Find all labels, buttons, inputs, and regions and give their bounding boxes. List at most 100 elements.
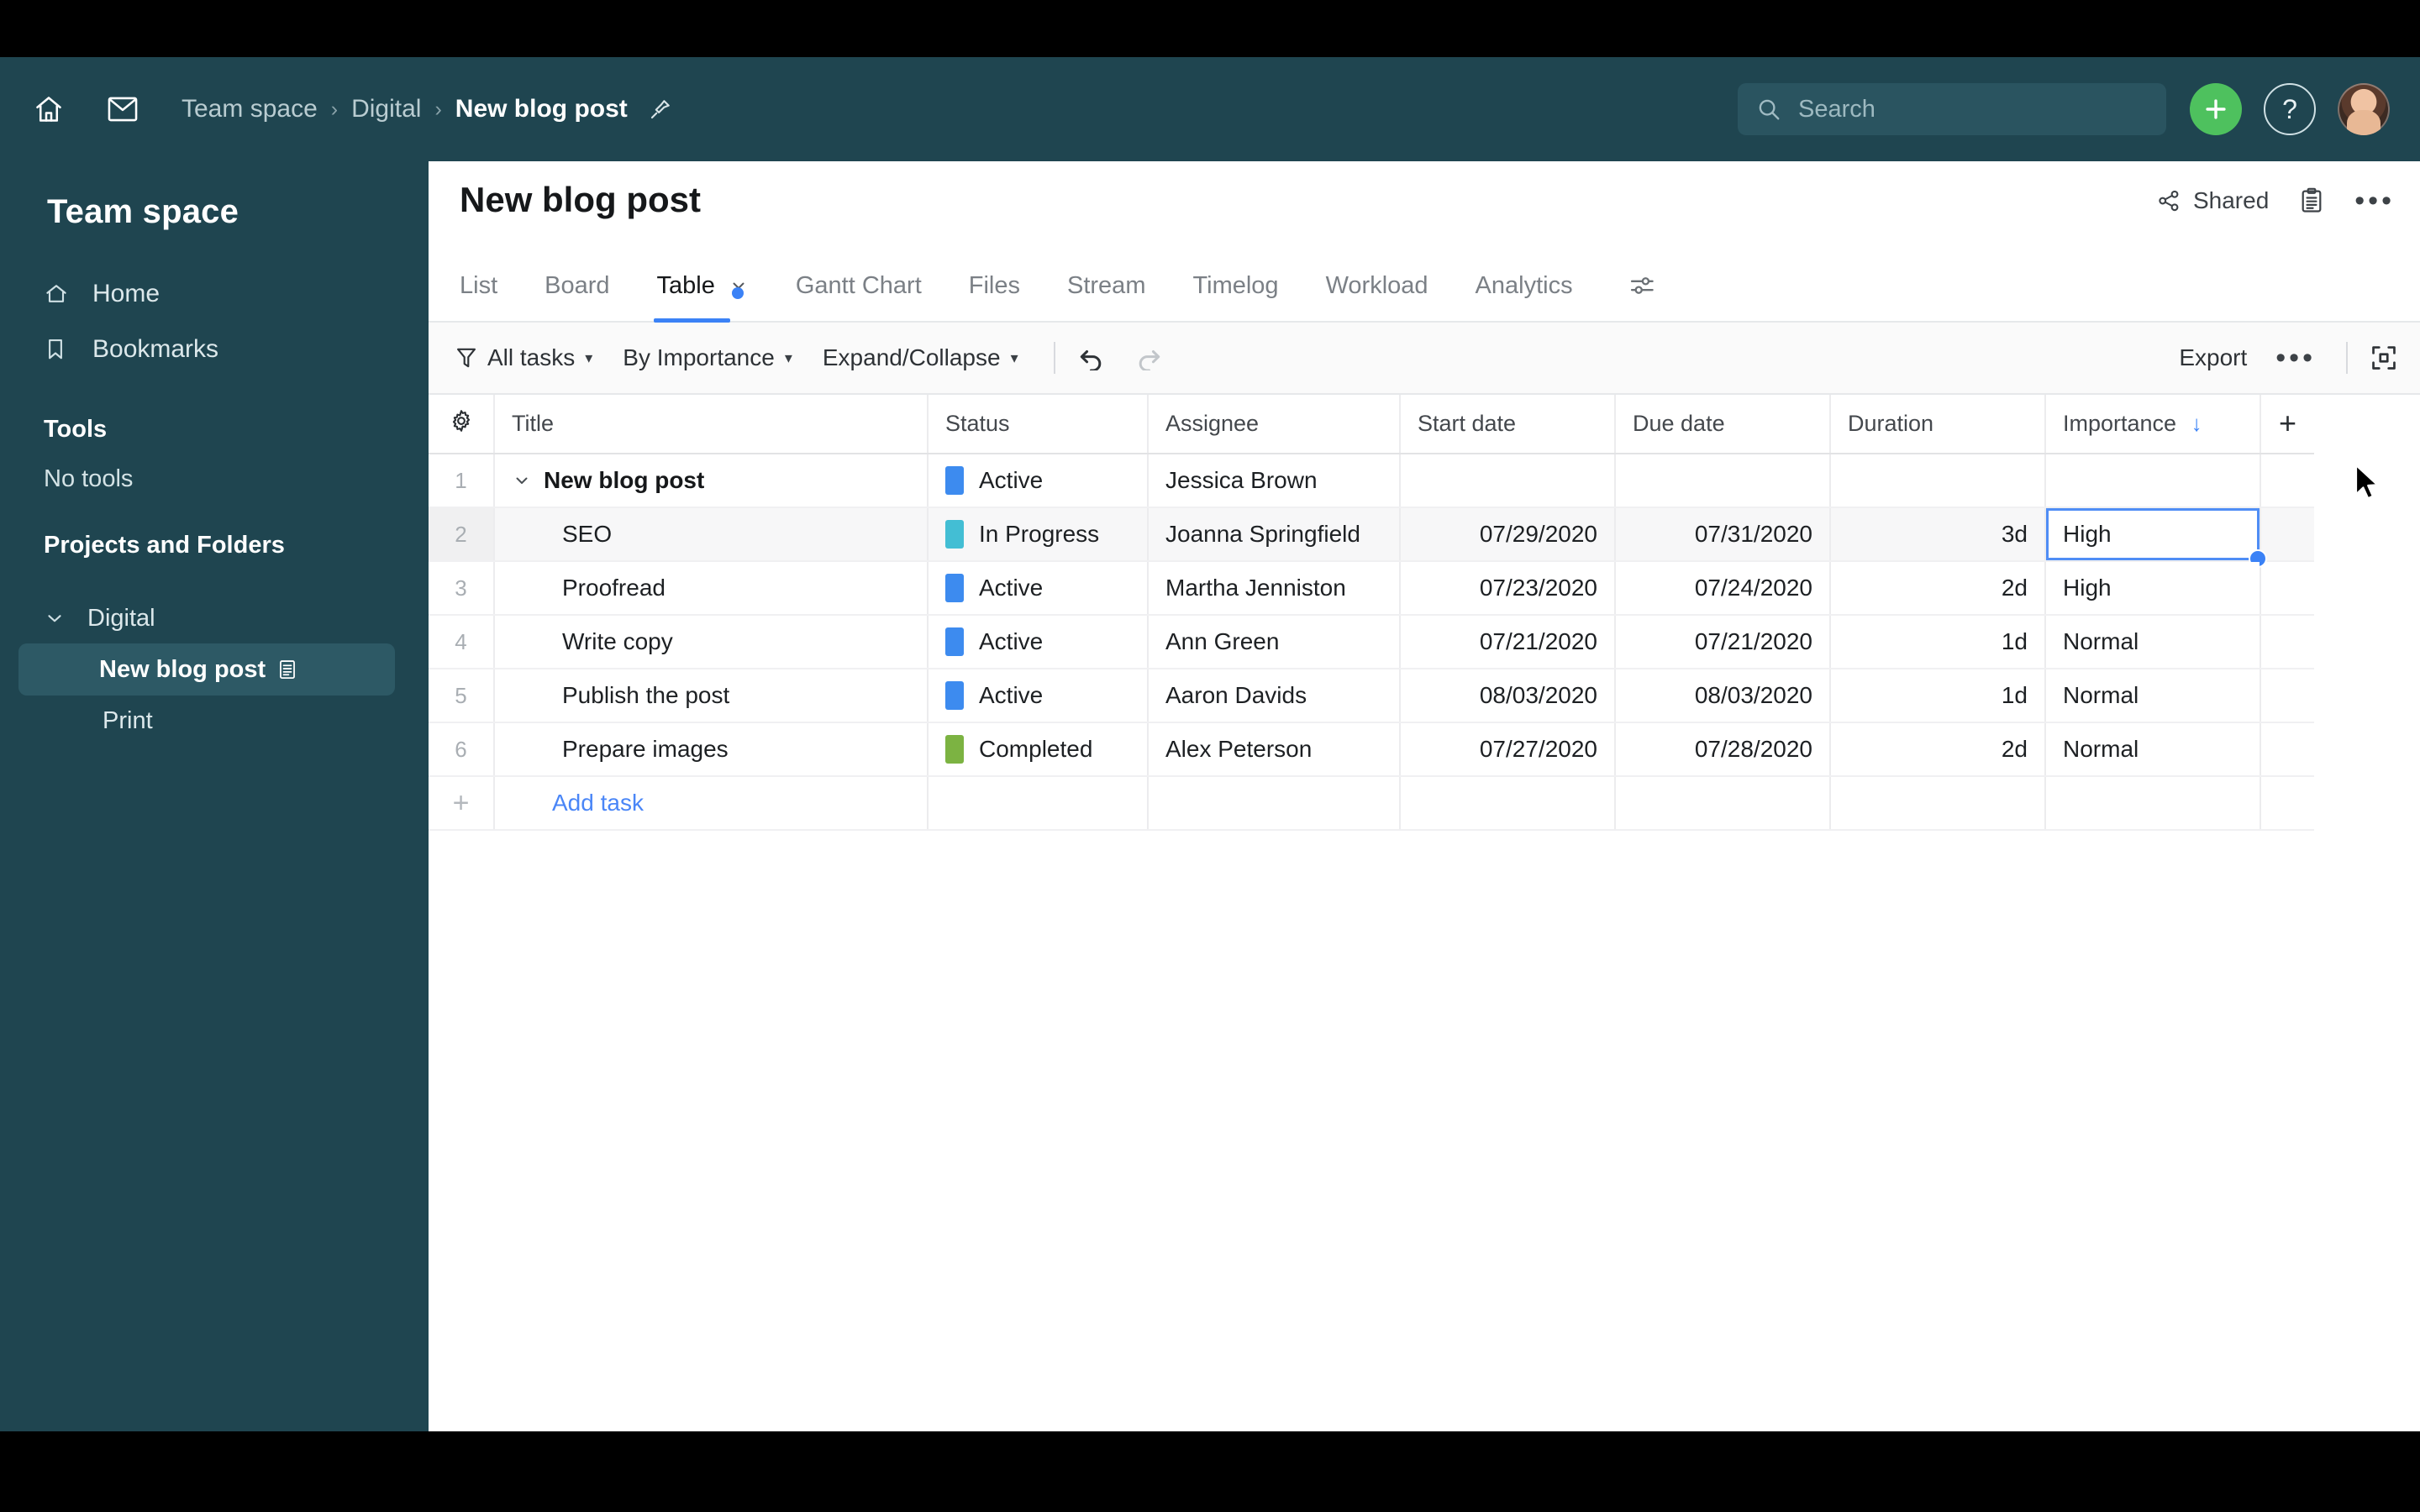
expand-collapse-button[interactable]: Expand/Collapse ▾ — [823, 344, 1018, 371]
add-task-plus[interactable]: + — [429, 776, 495, 831]
cell-due-date[interactable]: 07/28/2020 — [1615, 722, 1831, 777]
table-row[interactable]: 1 New blog post Active Jessica Brown — [429, 454, 2314, 508]
cell-duration[interactable]: 1d — [1830, 669, 2046, 723]
cell-due-date[interactable]: 07/24/2020 — [1615, 561, 1831, 616]
home-icon[interactable] — [25, 86, 72, 133]
cell-assignee[interactable]: Ann Green — [1148, 615, 1401, 669]
undo-icon[interactable] — [1077, 345, 1106, 370]
table-row[interactable]: 3 Proofread Active Martha Jenniston 07/2… — [429, 561, 2314, 616]
cell-status[interactable]: Active — [928, 561, 1149, 616]
export-button[interactable]: Export — [2179, 344, 2247, 371]
chevron-down-icon[interactable]: ▾ — [785, 349, 792, 367]
group-by-button[interactable]: By Importance ▾ — [623, 344, 792, 371]
create-button[interactable] — [2190, 83, 2242, 135]
tab-board[interactable]: Board — [544, 250, 609, 321]
cell-importance-selected[interactable]: High — [2045, 507, 2267, 568]
chevron-down-icon[interactable] — [44, 607, 72, 629]
cell-status[interactable]: Active — [928, 454, 1149, 508]
more-horizontal-icon[interactable]: ••• — [2275, 344, 2316, 372]
column-header-importance[interactable]: Importance ↓ — [2045, 395, 2261, 454]
table-row[interactable]: 2 SEO In Progress Joanna Springfield 07/… — [429, 507, 2314, 568]
sidebar-item-digital[interactable]: Digital — [0, 593, 429, 643]
tab-workload[interactable]: Workload — [1326, 250, 1428, 321]
plus-icon[interactable]: + — [2279, 406, 2296, 440]
cell-importance[interactable]: Normal — [2045, 669, 2261, 723]
cell-due-date[interactable] — [1615, 454, 1831, 508]
sort-descending-icon[interactable]: ↓ — [2191, 411, 2202, 436]
breadcrumb-item-1[interactable]: Digital — [351, 95, 421, 123]
tab-table[interactable]: Table — [653, 250, 749, 323]
plus-icon[interactable]: + — [453, 787, 470, 819]
cell-due-date[interactable]: 07/31/2020 — [1615, 507, 1831, 562]
cell-title[interactable]: SEO — [494, 507, 929, 562]
cell-due-date[interactable]: 08/03/2020 — [1615, 669, 1831, 723]
cell-start-date[interactable]: 07/27/2020 — [1400, 722, 1616, 777]
column-header-due-date[interactable]: Due date — [1615, 395, 1831, 454]
fullscreen-icon[interactable] — [2370, 344, 2398, 372]
tab-timelog[interactable]: Timelog — [1192, 250, 1278, 321]
cell-assignee[interactable]: Martha Jenniston — [1148, 561, 1401, 616]
cell-start-date[interactable]: 08/03/2020 — [1400, 669, 1616, 723]
column-header-start-date[interactable]: Start date — [1400, 395, 1616, 454]
table-row[interactable]: 6 Prepare images Completed Alex Peterson… — [429, 722, 2314, 777]
breadcrumb-item-2[interactable]: New blog post — [455, 95, 628, 123]
column-header-assignee[interactable]: Assignee — [1148, 395, 1401, 454]
cell-start-date[interactable]: 07/21/2020 — [1400, 615, 1616, 669]
cell-assignee[interactable]: Joanna Springfield — [1148, 507, 1401, 562]
cell-duration[interactable] — [1830, 454, 2046, 508]
cell-assignee[interactable]: Alex Peterson — [1148, 722, 1401, 777]
table-settings-gear[interactable] — [429, 395, 495, 454]
cell-duration[interactable]: 1d — [1830, 615, 2046, 669]
sidebar-item-new-blog-post[interactable]: New blog post — [18, 643, 395, 696]
avatar[interactable] — [2338, 83, 2390, 135]
clipboard-icon[interactable] — [2299, 187, 2324, 214]
cell-assignee[interactable]: Jessica Brown — [1148, 454, 1401, 508]
column-header-title[interactable]: Title — [494, 395, 929, 454]
tab-gantt-chart[interactable]: Gantt Chart — [796, 250, 922, 321]
column-header-duration[interactable]: Duration — [1830, 395, 2046, 454]
tab-analytics[interactable]: Analytics — [1476, 250, 1573, 321]
redo-icon[interactable] — [1134, 345, 1163, 370]
tab-files[interactable]: Files — [969, 250, 1020, 321]
search-box[interactable] — [1738, 83, 2166, 135]
cell-title[interactable]: Write copy — [494, 615, 929, 669]
cell-status[interactable]: Active — [928, 669, 1149, 723]
cell-start-date[interactable]: 07/29/2020 — [1400, 507, 1616, 562]
cell-start-date[interactable] — [1400, 454, 1616, 508]
chevron-down-icon[interactable]: ▾ — [585, 349, 592, 367]
cell-importance[interactable] — [2045, 454, 2261, 508]
cell-duration[interactable]: 2d — [1830, 561, 2046, 616]
column-header-status[interactable]: Status — [928, 395, 1149, 454]
cell-importance[interactable]: Normal — [2045, 615, 2261, 669]
filter-all-tasks-button[interactable]: All tasks ▾ — [455, 344, 592, 371]
table-row[interactable]: 5 Publish the post Active Aaron Davids 0… — [429, 669, 2314, 723]
chevron-down-icon[interactable] — [512, 470, 537, 491]
cell-assignee[interactable]: Aaron Davids — [1148, 669, 1401, 723]
mail-icon[interactable] — [99, 86, 146, 133]
cell-importance[interactable]: High — [2045, 561, 2261, 616]
cell-status[interactable]: In Progress — [928, 507, 1149, 562]
add-column-button[interactable]: + — [2260, 395, 2314, 454]
add-task-row[interactable]: + Add task — [429, 776, 2314, 831]
table-row[interactable]: 4 Write copy Active Ann Green 07/21/2020… — [429, 615, 2314, 669]
sliders-icon[interactable] — [1628, 273, 1657, 298]
sidebar-item-bookmarks[interactable]: Bookmarks — [0, 322, 429, 377]
gear-icon[interactable] — [449, 410, 474, 438]
chevron-down-icon[interactable]: ▾ — [1011, 349, 1018, 367]
cell-title[interactable]: Prepare images — [494, 722, 929, 777]
help-button[interactable]: ? — [2264, 83, 2316, 135]
tab-list[interactable]: List — [460, 250, 497, 321]
cell-title[interactable]: Proofread — [494, 561, 929, 616]
cell-importance[interactable]: Normal — [2045, 722, 2261, 777]
add-task-button[interactable]: Add task — [494, 776, 929, 831]
cell-duration[interactable]: 3d — [1830, 507, 2046, 562]
cell-title[interactable]: Publish the post — [494, 669, 929, 723]
cell-title[interactable]: New blog post — [494, 454, 929, 508]
search-input[interactable] — [1797, 94, 2136, 124]
sidebar-item-print[interactable]: Print — [0, 696, 429, 746]
sidebar-item-home[interactable]: Home — [0, 266, 429, 322]
breadcrumb-item-0[interactable]: Team space — [182, 95, 318, 123]
tab-stream[interactable]: Stream — [1067, 250, 1145, 321]
more-horizontal-icon[interactable]: ••• — [2354, 186, 2395, 215]
cell-start-date[interactable]: 07/23/2020 — [1400, 561, 1616, 616]
